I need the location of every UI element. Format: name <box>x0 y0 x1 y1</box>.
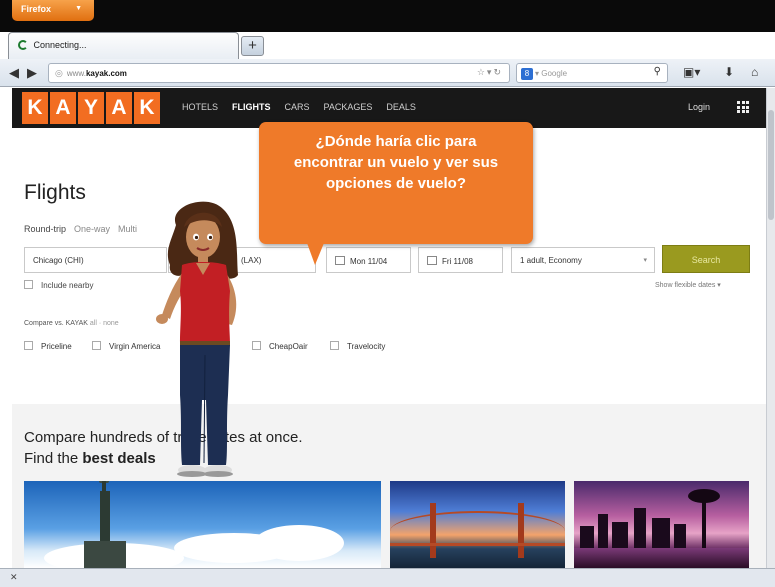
main-nav: HOTELS FLIGHTS CARS PACKAGES DEALS <box>182 102 416 112</box>
option-label: CheapOair <box>269 342 308 351</box>
logo-letter: Y <box>78 92 104 124</box>
origin-value: Chicago (CHI) <box>33 256 84 265</box>
status-bar: ✕ <box>0 568 775 587</box>
forward-arrow-icon[interactable]: ▶ <box>27 65 37 81</box>
travelers-value: 1 adult, Economy <box>520 256 582 265</box>
nav-hotels[interactable]: HOTELS <box>182 102 218 112</box>
option-label: Travelocity <box>347 342 386 351</box>
include-nearby-option[interactable]: Include nearby <box>24 280 93 290</box>
include-nearby-checkbox[interactable] <box>24 280 33 289</box>
globe-icon: ◎ <box>55 68 63 78</box>
depart-date-field[interactable]: Mon 11/04 <box>326 247 411 273</box>
url-host: kayak.com <box>85 69 127 78</box>
return-date-field[interactable]: Fri 11/08 <box>418 247 503 273</box>
nav-deals[interactable]: DEALS <box>386 102 416 112</box>
logo-letter: A <box>50 92 76 124</box>
search-icon[interactable]: ⚲ <box>654 66 661 77</box>
loading-spinner-icon <box>18 40 28 50</box>
compare-option-cheapoair[interactable]: CheapOair <box>252 341 308 351</box>
logo-letter: K <box>22 92 48 124</box>
new-tab-button[interactable]: + <box>241 36 264 56</box>
tutorial-callout: ¿Dónde haría clic para encontrar un vuel… <box>259 122 533 244</box>
trip-oneway[interactable]: One-way <box>74 224 110 234</box>
hero-subheadline: Find the best deals <box>24 450 156 467</box>
compare-option-travelocity[interactable]: Travelocity <box>330 341 385 351</box>
option-label: Priceline <box>41 342 72 351</box>
logo-letter: A <box>106 92 132 124</box>
firefox-menu-button[interactable]: Firefox ▼ <box>12 0 94 21</box>
bookmarks-menu-icon[interactable]: ▣▾ <box>683 65 700 79</box>
google-engine-icon[interactable]: 8 <box>521 68 533 80</box>
compare-option-priceline[interactable]: Priceline <box>24 341 72 351</box>
nav-cars[interactable]: CARS <box>285 102 310 112</box>
hero-sub-prefix: Find the <box>24 450 83 467</box>
checkbox[interactable] <box>92 341 101 350</box>
trip-type-selector: Round-trip One-way Multi <box>24 224 137 234</box>
search-bar[interactable]: 8 ▾ Google ⚲ <box>516 63 668 83</box>
url-prefix: www. <box>66 69 86 78</box>
chevron-down-icon: ▼ <box>75 5 82 12</box>
compare-label: Compare vs. KAYAK all · none <box>24 320 119 327</box>
include-nearby-label: Include nearby <box>41 281 94 290</box>
hero-sub-bold: best deals <box>82 450 156 467</box>
page-title: Flights <box>24 181 86 204</box>
window-titlebar: Firefox ▼ <box>0 0 775 32</box>
compare-title: Compare vs. KAYAK <box>24 320 88 327</box>
url-bar[interactable]: ◎ www.kayak.com ☆▾↻ <box>48 63 510 83</box>
flexible-dates-link[interactable]: Show flexible dates ▾ <box>655 281 721 289</box>
logo-letter: K <box>134 92 160 124</box>
nav-packages[interactable]: PACKAGES <box>324 102 373 112</box>
origin-field[interactable]: Chicago (CHI) <box>24 247 167 273</box>
login-link[interactable]: Login <box>688 102 710 112</box>
guide-character-illustration <box>156 201 238 477</box>
new-york-photo[interactable] <box>24 481 381 568</box>
trip-multicity[interactable]: Multi <box>118 224 137 234</box>
download-icon[interactable]: ⬇ <box>724 65 734 79</box>
search-button[interactable]: Search <box>662 245 750 273</box>
chevron-down-icon: ▾ <box>643 257 647 264</box>
home-icon[interactable]: ⌂ <box>751 65 758 79</box>
trip-roundtrip[interactable]: Round-trip <box>24 224 66 234</box>
callout-tail <box>307 243 324 265</box>
navigation-toolbar: ◀ ▶ ◎ www.kayak.com ☆▾↻ 8 ▾ Google ⚲ ▣▾ ⬇ … <box>0 59 775 87</box>
bookmark-reload-icons[interactable]: ☆▾↻ <box>477 67 503 78</box>
tab-connecting[interactable]: Connecting... <box>8 32 239 59</box>
san-francisco-photo[interactable] <box>390 481 565 568</box>
compare-all-none-link[interactable]: all · none <box>90 320 119 327</box>
firefox-menu-label: Firefox <box>21 4 52 14</box>
nav-flights[interactable]: FLIGHTS <box>232 102 271 112</box>
callout-text: ¿Dónde haría clic para encontrar un vuel… <box>293 133 499 192</box>
calendar-icon <box>335 256 345 265</box>
depart-date-value: Mon 11/04 <box>350 257 388 266</box>
back-arrow-icon[interactable]: ◀ <box>9 65 19 81</box>
return-date-value: Fri 11/08 <box>442 257 473 266</box>
checkbox[interactable] <box>330 341 339 350</box>
search-placeholder: Google <box>541 69 568 78</box>
close-icon[interactable]: ✕ <box>10 572 18 583</box>
calendar-icon <box>427 256 437 265</box>
tab-title: Connecting... <box>33 40 87 50</box>
checkbox[interactable] <box>24 341 33 350</box>
scrollbar-thumb[interactable] <box>768 110 774 220</box>
miami-photo[interactable] <box>574 481 749 568</box>
apps-grid-icon[interactable] <box>737 101 749 113</box>
page-scrollbar[interactable] <box>766 88 775 568</box>
kayak-logo[interactable]: K A Y A K <box>22 92 160 124</box>
travelers-field[interactable]: 1 adult, Economy ▾ <box>511 247 655 273</box>
